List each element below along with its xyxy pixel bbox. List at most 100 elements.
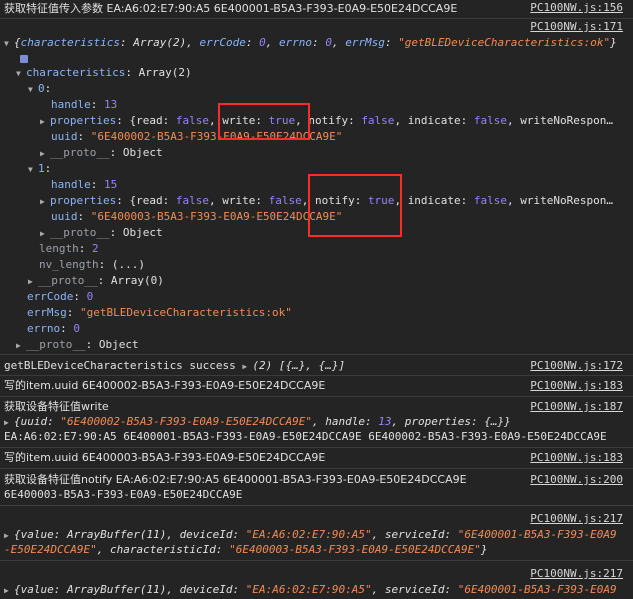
key-characteristics: characteristics bbox=[20, 36, 120, 49]
console-message: 写的item.uuid 6E400003-B5A3-F393-E0A9-E50E… bbox=[0, 448, 633, 469]
console-message: EA:A6:02:E7:90:A5 6E400001-B5A3-F393-E0A… bbox=[0, 429, 633, 448]
key-characteristics: characteristics bbox=[26, 66, 126, 79]
value-errno: 0 bbox=[325, 36, 332, 49]
tree-row-uuid: uuid: "6E400002-B5A3-F393-E0A9-E50E24DCC… bbox=[51, 130, 343, 143]
tree-row-nv-length[interactable]: nv_length: (...) bbox=[0, 257, 633, 273]
console-text: 6E400003-B5A3-F393-E0A9-E50E24DCCA9E bbox=[4, 488, 243, 501]
obj-suffix: , properties: {…}} bbox=[391, 415, 511, 428]
source-link[interactable]: PC100NW.js:183 bbox=[530, 450, 623, 466]
value-write: false bbox=[268, 194, 302, 207]
expand-right-icon[interactable]: ▶ bbox=[40, 226, 50, 242]
value-characteristic-id: "6E400003-B5A3-F393-E0A9-E50E24DCCA9E" bbox=[229, 543, 481, 556]
key-errmsg: errMsg bbox=[27, 306, 67, 319]
properties-prefix: {read: bbox=[129, 194, 176, 207]
key-indicate: indicate: bbox=[407, 114, 474, 127]
value-service-id: -E50E24DCCA9E" bbox=[4, 543, 97, 556]
tree-row-array-proto[interactable]: ▶ __proto__: Array(0) bbox=[0, 273, 633, 289]
console-text: getBLEDeviceCharacteristics success bbox=[4, 359, 243, 372]
expand-down-icon[interactable]: ▼ bbox=[28, 162, 38, 178]
source-link[interactable]: PC100NW.js:171 bbox=[530, 19, 623, 35]
tree-row-length: length: 2 bbox=[39, 242, 99, 255]
properties-prefix: {read: bbox=[129, 114, 176, 127]
expand-down-icon[interactable]: ▼ bbox=[28, 82, 38, 98]
tree-row-item0[interactable]: ▼ 0: bbox=[0, 81, 633, 97]
key-errcode: errCode bbox=[27, 290, 74, 303]
expand-right-icon[interactable]: ▶ bbox=[4, 583, 14, 599]
expand-right-icon[interactable]: ▶ bbox=[40, 114, 50, 130]
value-errmsg: "getBLEDeviceCharacteristics:ok" bbox=[80, 306, 292, 319]
object-preview[interactable]: ▶ {value: ArrayBuffer(11), deviceId: "EA:… bbox=[0, 582, 633, 597]
object-summary[interactable]: ▼ {characteristics: Array(2), errCode: 0,… bbox=[0, 35, 633, 51]
expand-right-icon[interactable]: ▶ bbox=[40, 146, 50, 162]
tree-row-errmsg: errMsg: "getBLEDeviceCharacteristics:ok" bbox=[27, 306, 292, 319]
obj-mid: , serviceId: bbox=[371, 583, 458, 596]
value-handle: 13 bbox=[378, 415, 392, 428]
key-write-no-response: writeNoRespon… bbox=[520, 194, 614, 207]
expand-down-icon[interactable]: ▼ bbox=[16, 66, 26, 82]
tree-row-proto[interactable]: ▶ __proto__: Object bbox=[0, 145, 633, 161]
console-message: PC100NW.js:171 bbox=[0, 19, 633, 35]
value-read: false bbox=[175, 194, 209, 207]
array-preview[interactable]: (2) [{…}, {…}] bbox=[252, 359, 345, 372]
console-text: 写的item.uuid 6E400003-B5A3-F393-E0A9-E50E… bbox=[4, 451, 326, 464]
value-device-id: "EA:A6:02:E7:90:A5" bbox=[245, 583, 372, 596]
key-write: write: bbox=[222, 194, 269, 207]
console-message: 获取设备特征值notify EA:A6:02:E7:90:A5 6E400001… bbox=[0, 469, 633, 487]
expand-right-icon[interactable]: ▶ bbox=[28, 274, 38, 290]
info-icon[interactable] bbox=[20, 55, 28, 63]
brace: { bbox=[14, 36, 21, 49]
obj-mid: , handle: bbox=[312, 415, 379, 428]
obj-mid: , characteristicId: bbox=[96, 543, 230, 556]
object-preview[interactable]: ▶ {value: ArrayBuffer(11), deviceId: "EA:… bbox=[0, 527, 633, 542]
value-indicate: false bbox=[473, 114, 508, 127]
value-errno: 0 bbox=[73, 322, 80, 335]
key-uuid: uuid bbox=[51, 210, 78, 223]
object-preview[interactable]: ▶ {uuid: "6E400002-B5A3-F393-E0A9-E50E24D… bbox=[0, 414, 633, 429]
key-properties: properties bbox=[50, 194, 117, 207]
key-properties: properties bbox=[50, 114, 117, 127]
value-uuid: "6E400002-B5A3-F393-E0A9-E50E24DCCA9E" bbox=[60, 415, 313, 428]
source-link[interactable]: PC100NW.js:217 bbox=[530, 511, 623, 527]
value-indicate: false bbox=[473, 194, 508, 207]
source-link[interactable]: PC100NW.js:172 bbox=[530, 358, 623, 374]
console-message: getBLEDeviceCharacteristics success ▶ (2)… bbox=[0, 355, 633, 376]
tree-row-root-proto[interactable]: ▶ __proto__: Object bbox=[0, 337, 633, 355]
source-link[interactable]: PC100NW.js:156 bbox=[530, 0, 623, 16]
value-nv-length[interactable]: (...) bbox=[112, 258, 145, 271]
key-errno: errno bbox=[278, 36, 313, 49]
brace: } bbox=[610, 36, 617, 49]
key-notify: notify: bbox=[308, 114, 362, 127]
tree-row-errno: errno: 0 bbox=[27, 322, 80, 335]
tree-row-characteristics[interactable]: ▼ characteristics: Array(2) bbox=[0, 65, 633, 81]
info-row bbox=[0, 51, 633, 65]
value-service-id: "6E400001-B5A3-F393-E0A9 bbox=[457, 528, 617, 541]
expand-right-icon[interactable]: ▶ bbox=[16, 338, 26, 354]
source-link[interactable]: PC100NW.js:200 bbox=[530, 472, 623, 488]
value-errcode: 0 bbox=[86, 290, 94, 303]
key-index: 0 bbox=[38, 82, 45, 95]
console-text: 写的item.uuid 6E400002-B5A3-F393-E0A9-E50E… bbox=[4, 379, 326, 392]
key-errno: errno bbox=[27, 322, 61, 335]
source-link[interactable]: PC100NW.js:187 bbox=[530, 399, 623, 415]
expand-right-icon[interactable]: ▶ bbox=[242, 359, 252, 375]
console-text: EA:A6:02:E7:90:A5 6E400001-B5A3-F393-E0A… bbox=[4, 430, 607, 443]
value-uuid: "6E400003-B5A3-F393-E0A9-E50E24DCCA9E" bbox=[90, 210, 343, 223]
tree-row-properties[interactable]: ▶ properties: {read: false, write: true, … bbox=[0, 113, 633, 129]
key-proto: __proto__ bbox=[50, 146, 110, 159]
value-errcode: 0 bbox=[259, 36, 266, 49]
object-preview-cont: -E50E24DCCA9E", characteristicId: "6E400… bbox=[0, 542, 633, 561]
key-indicate: indicate: bbox=[407, 194, 474, 207]
key-proto: __proto__ bbox=[38, 274, 98, 287]
key-handle: handle bbox=[51, 178, 91, 191]
key-uuid: uuid bbox=[51, 130, 78, 143]
key-errmsg: errMsg bbox=[345, 36, 385, 49]
console-message: 写的item.uuid 6E400002-B5A3-F393-E0A9-E50E… bbox=[0, 376, 633, 397]
highlight-box-notify bbox=[308, 174, 402, 237]
source-link[interactable]: PC100NW.js:183 bbox=[530, 378, 623, 394]
value-proto: Array(0) bbox=[110, 274, 164, 287]
console-message: 获取特征值传入参数 EA:A6:02:E7:90:A5 6E400001-B5A… bbox=[0, 0, 633, 19]
obj-prefix: {uuid: bbox=[14, 415, 61, 428]
expand-right-icon[interactable]: ▶ bbox=[40, 194, 50, 210]
expand-down-icon[interactable]: ▼ bbox=[4, 36, 14, 52]
key-index: 1 bbox=[38, 162, 45, 175]
